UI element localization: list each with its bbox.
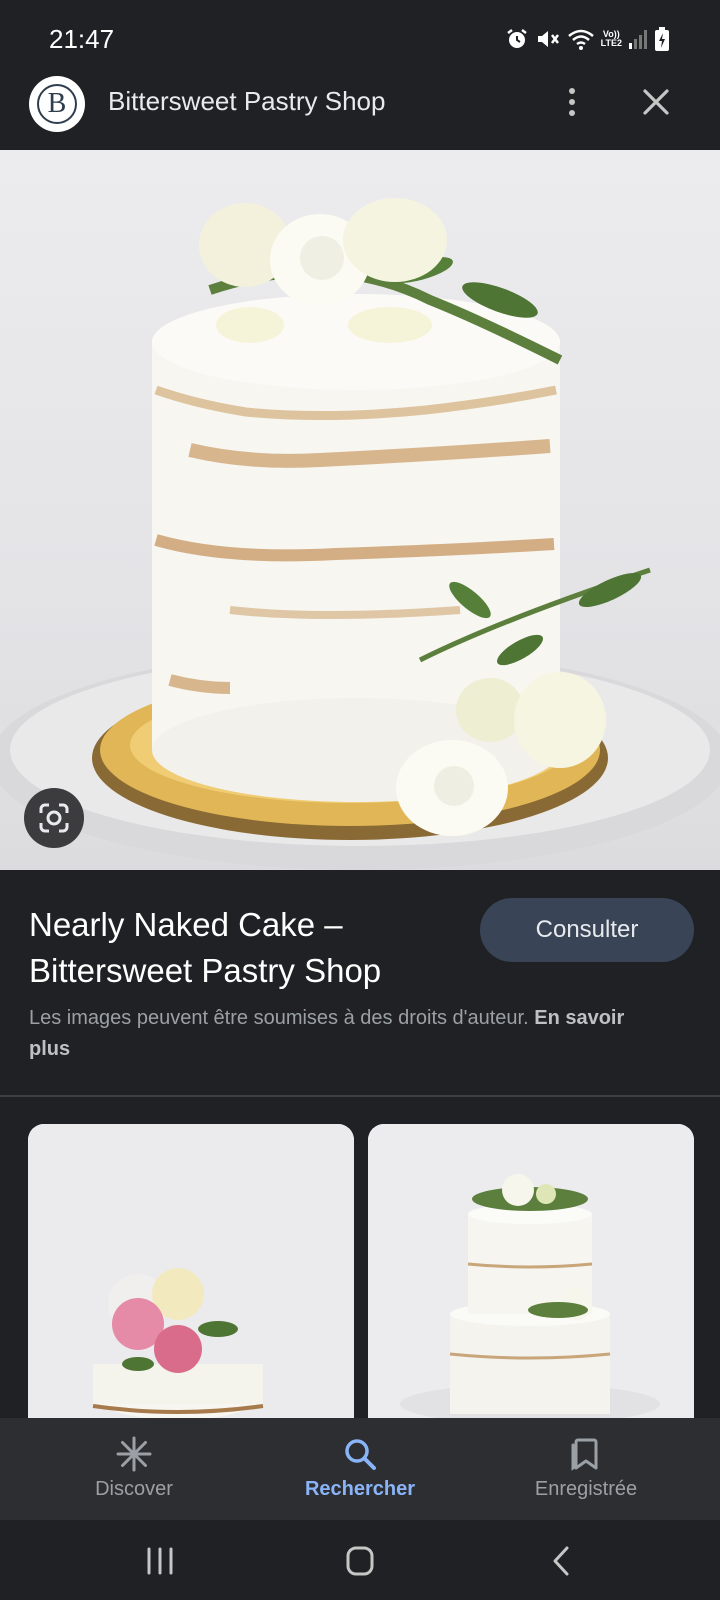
status-time: 21:47: [49, 24, 115, 54]
nav-label: Discover: [95, 1478, 173, 1500]
site-name[interactable]: Bittersweet Pastry Shop: [108, 86, 385, 117]
bookmarks-icon: [571, 1438, 598, 1471]
more-vert-icon[interactable]: [556, 82, 588, 122]
nav-label: Rechercher: [304, 1478, 416, 1500]
nav-label: Enregistrée: [534, 1478, 638, 1500]
visit-button[interactable]: Consulter: [480, 898, 694, 962]
hero-image[interactable]: [0, 150, 720, 870]
bottom-nav: Discover Rechercher Enregistrée: [0, 1418, 720, 1520]
asterisk-icon: [116, 1436, 152, 1472]
nav-item-saved[interactable]: Enregistrée: [486, 1418, 686, 1520]
result-panel: Nearly Naked Cake – Bittersweet Pastry S…: [0, 870, 720, 1095]
system-nav: [0, 1520, 720, 1600]
cake-thumbnail-tiered: [368, 1124, 694, 1424]
back-icon[interactable]: [543, 1544, 583, 1578]
lte-label: Vo)) LTE2: [600, 29, 622, 48]
alarm-icon: [506, 29, 527, 48]
divider: [0, 1095, 720, 1097]
home-icon[interactable]: [340, 1544, 380, 1578]
nav-item-discover[interactable]: Discover: [34, 1418, 234, 1520]
app-header: B Bittersweet Pastry Shop: [0, 66, 720, 150]
related-image[interactable]: [368, 1124, 694, 1424]
copyright-note: Les images peuvent être soumises à des d…: [29, 1003, 669, 1065]
nav-item-search[interactable]: Rechercher: [260, 1418, 460, 1520]
mute-icon: [537, 31, 559, 47]
cake-thumbnail-pink: [28, 1124, 354, 1424]
logo-letter: B: [37, 84, 77, 124]
recents-icon[interactable]: [140, 1544, 180, 1578]
lens-glyph: [39, 803, 69, 833]
close-icon[interactable]: [638, 84, 674, 120]
related-image[interactable]: [28, 1124, 354, 1424]
status-icons: Vo)) LTE2: [505, 26, 670, 52]
google-lens-icon[interactable]: [24, 788, 84, 848]
wifi-icon: [567, 29, 594, 50]
result-title[interactable]: Nearly Naked Cake – Bittersweet Pastry S…: [29, 902, 449, 994]
copyright-text: Les images peuvent être soumises à des d…: [29, 1007, 529, 1029]
search-icon: [345, 1439, 376, 1470]
status-bar: 21:47 Vo)) LTE2: [0, 0, 720, 66]
battery-charging-icon: [655, 27, 669, 51]
lte-signal-icon: [629, 30, 647, 49]
cake-illustration: [0, 198, 720, 870]
site-logo[interactable]: B: [29, 76, 85, 132]
